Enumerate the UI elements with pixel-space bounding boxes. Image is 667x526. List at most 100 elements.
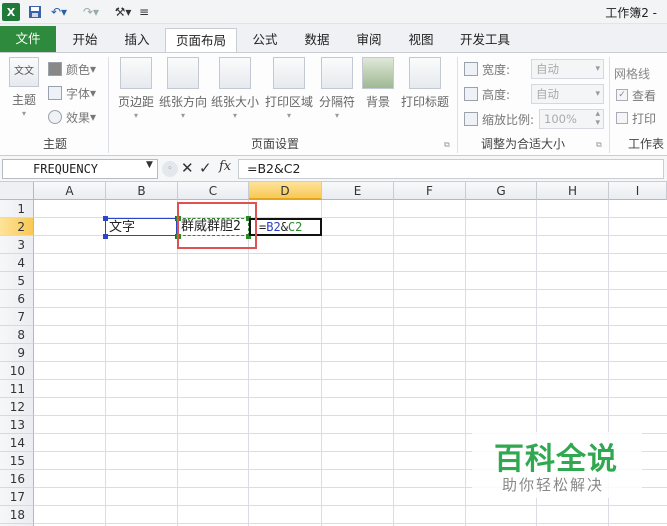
- undo-icon[interactable]: ↶▾: [48, 3, 70, 21]
- group-label-scale: 调整为合适大小: [480, 137, 565, 151]
- row-header[interactable]: 8: [0, 326, 34, 344]
- tab-review[interactable]: 审阅: [346, 28, 392, 52]
- gridlines-view-checkbox[interactable]: ✓ 查看: [616, 85, 656, 105]
- orientation-icon: [167, 57, 199, 89]
- save-icon[interactable]: [27, 3, 43, 21]
- print-titles-button[interactable]: 打印标题: [398, 57, 452, 110]
- column-header[interactable]: H: [537, 182, 609, 200]
- width-select[interactable]: 自动 ▾: [531, 59, 604, 79]
- themes-button[interactable]: 文文 主题 ▾: [6, 57, 42, 118]
- row-header-selected[interactable]: 2: [0, 218, 34, 236]
- scale-spinner[interactable]: 100% ▴ ▾: [539, 109, 604, 129]
- column-header[interactable]: C: [178, 182, 249, 200]
- size-button[interactable]: 纸张大小 ▾: [209, 57, 261, 120]
- tab-formulas[interactable]: 公式: [242, 28, 288, 52]
- redo-icon[interactable]: ↷▾: [80, 3, 102, 21]
- select-all-corner[interactable]: [0, 182, 34, 200]
- themes-icon: 文文: [9, 57, 39, 87]
- margins-button[interactable]: 页边距 ▾: [113, 57, 159, 120]
- width-icon: [464, 62, 478, 76]
- column-header[interactable]: E: [322, 182, 394, 200]
- tab-insert[interactable]: 插入: [114, 28, 160, 52]
- dialog-launcher-icon[interactable]: ⧉: [596, 140, 602, 150]
- row-header[interactable]: 12: [0, 398, 34, 416]
- orientation-button[interactable]: 纸张方向 ▾: [158, 57, 208, 120]
- tab-page-layout[interactable]: 页面布局: [165, 28, 237, 53]
- effects-icon: [48, 110, 62, 124]
- chevron-down-icon: ▾: [595, 64, 600, 74]
- row-header[interactable]: 18: [0, 506, 34, 524]
- qat-more-icon[interactable]: ≡: [138, 3, 150, 21]
- row-header[interactable]: 5: [0, 272, 34, 290]
- height-value: 自动: [536, 87, 559, 101]
- background-button[interactable]: 背景: [360, 57, 396, 110]
- gridline: [105, 200, 106, 526]
- theme-colors-button[interactable]: 颜色 ▾: [48, 59, 96, 79]
- height-icon: [464, 87, 478, 101]
- title-bar: X ↶▾ ↷▾ ⚒▾ ≡ 工作簿2 -: [0, 0, 667, 24]
- gridline: [34, 379, 667, 380]
- gridline: [34, 325, 667, 326]
- row-header[interactable]: 4: [0, 254, 34, 272]
- width-label-row: 宽度:: [464, 59, 510, 79]
- row-header[interactable]: 7: [0, 308, 34, 326]
- window-title: 工作簿2 -: [605, 6, 657, 20]
- tab-view[interactable]: 视图: [398, 28, 444, 52]
- breaks-button[interactable]: 分隔符 ▾: [316, 57, 358, 120]
- height-label-row: 高度:: [464, 84, 510, 104]
- column-header-selected[interactable]: D: [249, 182, 322, 200]
- ribbon-panel: 文文 主题 ▾ 颜色 ▾ 字体 ▾ 效果 ▾ 主题 页边距 ▾ 纸张方向 ▾ 纸张大小 ▾ …: [0, 52, 667, 156]
- row-header[interactable]: 3: [0, 236, 34, 254]
- row-header[interactable]: 14: [0, 434, 34, 452]
- insert-function-icon[interactable]: fx: [219, 159, 231, 174]
- dialog-launcher-icon[interactable]: ⧉: [444, 140, 450, 150]
- column-header[interactable]: A: [34, 182, 106, 200]
- gridline: [34, 271, 667, 272]
- checkbox-icon: [616, 112, 628, 124]
- row-header[interactable]: 10: [0, 362, 34, 380]
- row-header[interactable]: 11: [0, 380, 34, 398]
- gridline: [34, 505, 667, 506]
- tab-home[interactable]: 开始: [62, 28, 108, 52]
- size-label: 纸张大小: [210, 95, 259, 109]
- gridlines-heading: 网格线: [614, 66, 651, 81]
- column-header[interactable]: I: [609, 182, 667, 200]
- cancel-icon[interactable]: ✕: [181, 159, 194, 177]
- orientation-label: 纸张方向: [158, 95, 207, 109]
- colors-icon: [48, 62, 62, 76]
- row-header[interactable]: 13: [0, 416, 34, 434]
- theme-effects-button[interactable]: 效果 ▾: [48, 107, 96, 127]
- customize-tools-icon[interactable]: ⚒▾: [112, 3, 134, 21]
- column-header[interactable]: F: [394, 182, 466, 200]
- formula-bar-resize-icon[interactable]: ◦: [162, 161, 178, 177]
- cell-d2-active[interactable]: =B2&C2: [249, 218, 322, 236]
- row-header[interactable]: 6: [0, 290, 34, 308]
- row-header[interactable]: 16: [0, 470, 34, 488]
- gridline: [34, 253, 667, 254]
- enter-icon[interactable]: ✓: [199, 159, 212, 177]
- background-label: 背景: [365, 95, 390, 109]
- height-select[interactable]: 自动 ▾: [531, 84, 604, 104]
- name-box[interactable]: FREQUENCY: [2, 159, 158, 179]
- range-handle[interactable]: [103, 216, 108, 221]
- gridlines-print-checkbox[interactable]: 打印: [616, 108, 656, 128]
- column-header[interactable]: G: [466, 182, 537, 200]
- cell-b2[interactable]: 文字: [105, 218, 177, 236]
- range-handle[interactable]: [103, 234, 108, 239]
- tab-data[interactable]: 数据: [294, 28, 340, 52]
- theme-fonts-button[interactable]: 字体 ▾: [48, 83, 96, 103]
- tab-developer[interactable]: 开发工具: [452, 28, 518, 52]
- row-header[interactable]: 1: [0, 200, 34, 218]
- row-header[interactable]: 17: [0, 488, 34, 506]
- row-header[interactable]: 15: [0, 452, 34, 470]
- formula-input[interactable]: =B2&C2: [238, 159, 664, 179]
- tab-file[interactable]: 文件: [0, 26, 56, 52]
- scale-icon: [464, 112, 478, 126]
- print-area-button[interactable]: 打印区域 ▾: [263, 57, 315, 120]
- column-header[interactable]: B: [106, 182, 178, 200]
- row-header[interactable]: 9: [0, 344, 34, 362]
- width-value: 自动: [536, 62, 559, 76]
- chevron-down-icon[interactable]: ▼: [146, 160, 153, 170]
- gridlines-view-label: 查看: [632, 88, 657, 103]
- excel-logo-icon[interactable]: X: [2, 3, 20, 21]
